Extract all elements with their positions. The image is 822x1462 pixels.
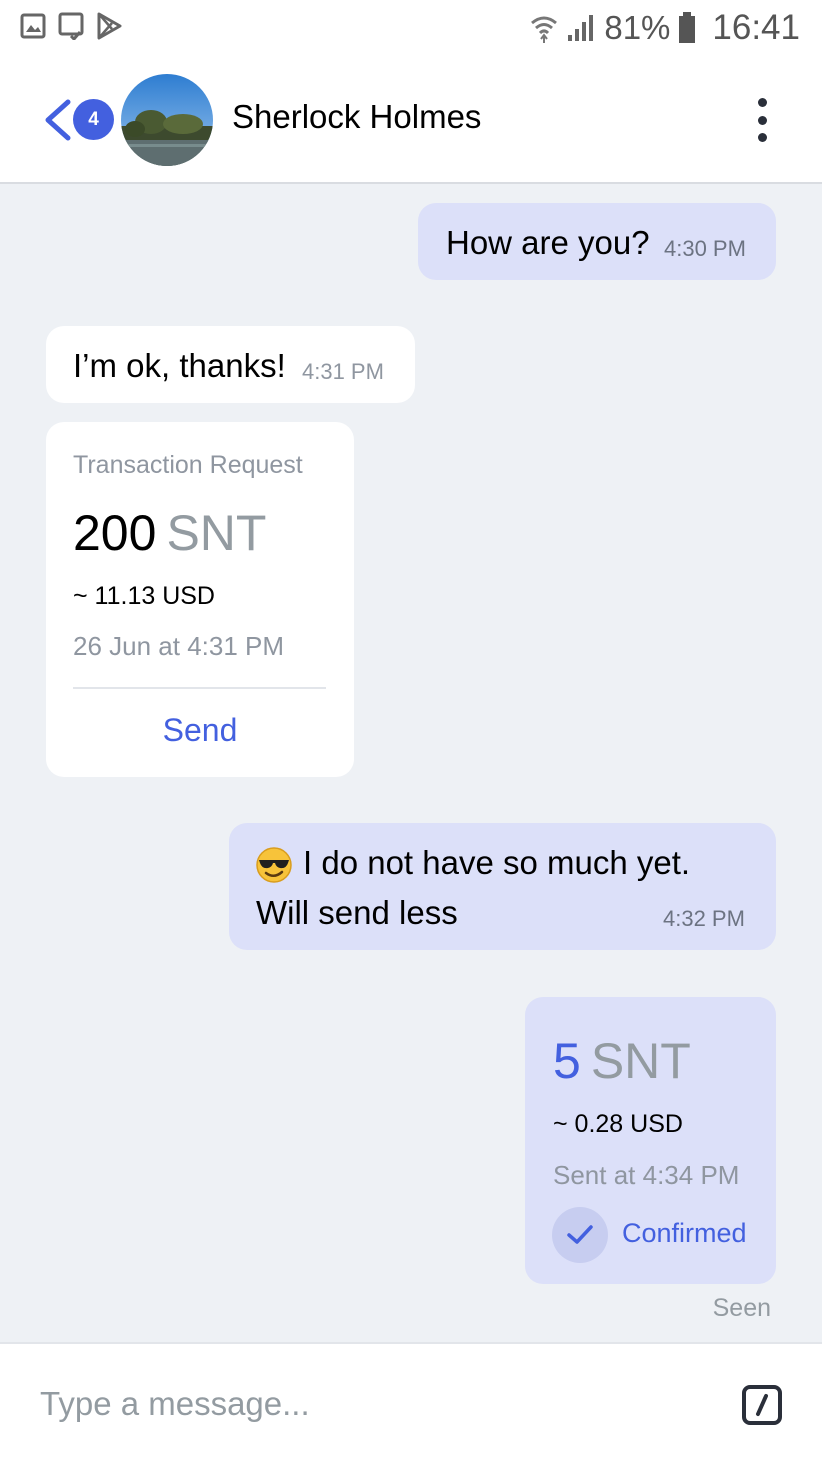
sent-time: Sent at 4:34 PM [553, 1160, 740, 1190]
divider [73, 687, 326, 689]
transaction-status: Confirmed [622, 1218, 747, 1248]
amount-value: 5 [553, 1033, 581, 1089]
signal-icon [568, 15, 594, 41]
gallery-icon [20, 13, 46, 39]
checkmark-icon [552, 1207, 608, 1263]
message-input-bar [0, 1342, 822, 1462]
command-icon[interactable] [742, 1385, 782, 1425]
amount-unit: SNT [590, 1033, 691, 1089]
menu-dot [757, 98, 767, 107]
message-time: 4:32 PM [663, 906, 745, 931]
contact-name[interactable]: Sherlock Holmes [232, 98, 481, 136]
message-text-line: I do not have so much yet. [303, 844, 691, 881]
amount-value: 200 [73, 505, 157, 561]
message-bubble-incoming[interactable]: I’m ok, thanks! 4:31 PM [46, 326, 415, 403]
message-time: 4:31 PM [302, 359, 384, 384]
fiat-value: ~ 11.13 USD [73, 582, 215, 610]
avatar[interactable] [121, 74, 213, 166]
message-input[interactable] [40, 1382, 680, 1426]
send-button[interactable]: Send [46, 712, 354, 749]
more-options-button[interactable] [750, 98, 774, 142]
transaction-amount: 5 SNT [553, 1032, 691, 1090]
message-text: How are you? [446, 224, 650, 261]
clock: 16:41 [712, 8, 800, 47]
message-text: I’m ok, thanks! [73, 347, 286, 384]
transaction-amount: 200 SNT [73, 504, 266, 562]
sunglasses-emoji-icon [256, 847, 292, 883]
message-text-line: Will send less [256, 894, 458, 931]
play-store-icon [97, 12, 122, 40]
fiat-value: ~ 0.28 USD [553, 1110, 683, 1138]
unread-count-badge: 4 [73, 99, 114, 140]
message-bubble-outgoing[interactable]: I do not have so much yet. Will send les… [229, 823, 776, 950]
request-date: 26 Jun at 4:31 PM [73, 631, 285, 661]
back-button[interactable] [40, 98, 74, 142]
battery-icon [679, 12, 696, 43]
status-bar: 81% 16:41 [0, 0, 822, 58]
transaction-request-label: Transaction Request [73, 451, 303, 479]
amount-unit: SNT [166, 505, 267, 561]
message-bubble-outgoing[interactable]: How are you? 4:30 PM [418, 203, 776, 280]
menu-dot [757, 115, 767, 125]
menu-dot [757, 133, 767, 142]
chat-header: 4 Sherlock Holmes [0, 58, 822, 184]
battery-percent: 81% [604, 9, 671, 46]
message-time: 4:30 PM [664, 236, 746, 261]
seen-indicator: Seen [712, 1294, 771, 1322]
wifi-icon [531, 16, 558, 43]
transaction-request-card: Transaction Request 200 SNT ~ 11.13 USD 2… [46, 422, 354, 777]
transaction-sent-card[interactable]: 5 SNT ~ 0.28 USD Sent at 4:34 PM Confirme… [525, 997, 776, 1284]
tablet-check-icon [58, 12, 84, 40]
